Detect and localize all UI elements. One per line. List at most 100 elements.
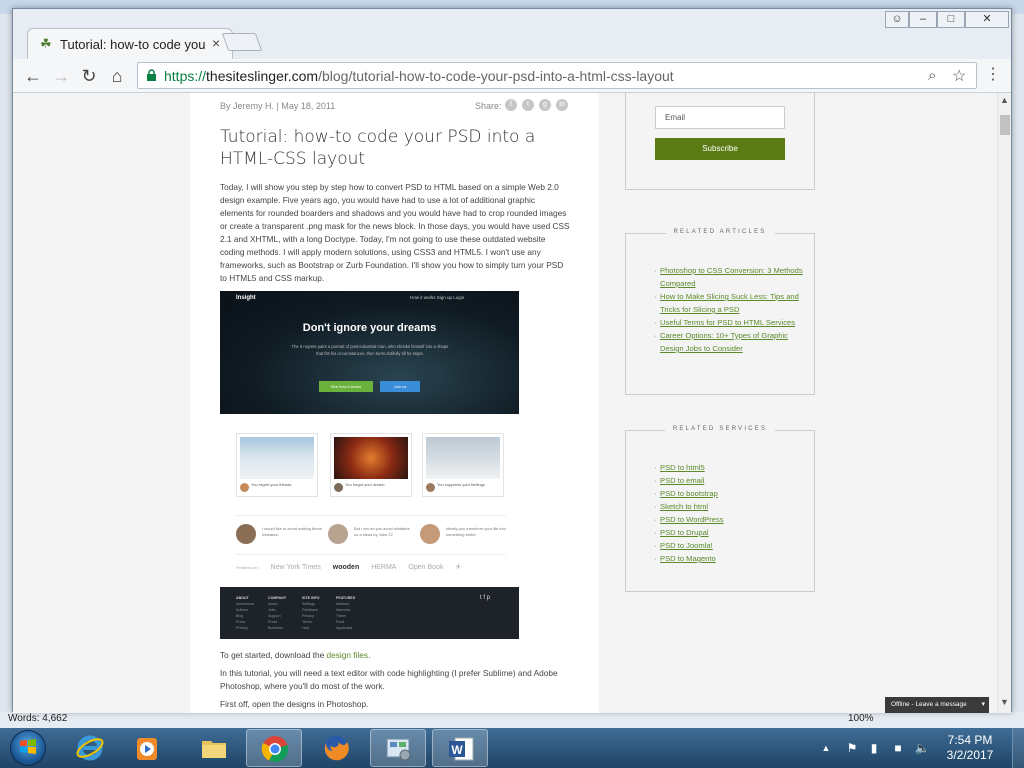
google-share-icon[interactable]: g bbox=[539, 99, 551, 111]
twitter-share-icon[interactable]: t bbox=[522, 99, 534, 111]
avatar bbox=[420, 524, 440, 544]
action-center-icon[interactable]: ⚑ bbox=[844, 740, 860, 756]
share-label: Share: bbox=[475, 101, 502, 111]
preview-quotes: I would like to avoid making these mista… bbox=[236, 515, 506, 555]
restore-button[interactable]: □ bbox=[937, 11, 965, 28]
avatar bbox=[328, 524, 348, 544]
taskbar-microsoft-word[interactable]: W bbox=[432, 729, 488, 767]
card-caption: You suppress your feelings bbox=[437, 482, 485, 487]
reload-button[interactable]: ↻ bbox=[77, 64, 101, 88]
related-article-link[interactable]: Photoshop to CSS Conversion: 3 Methods C… bbox=[654, 264, 804, 290]
site-favicon-icon: ☘ bbox=[40, 36, 52, 51]
back-button[interactable]: ← bbox=[21, 64, 45, 88]
forward-button[interactable]: → bbox=[49, 64, 73, 88]
network-icon[interactable]: ■ bbox=[890, 740, 906, 756]
preview-headline: Don't ignore your dreams bbox=[302, 322, 437, 334]
tray-expand-icon[interactable]: ▲ bbox=[818, 740, 834, 756]
facebook-share-icon[interactable]: f bbox=[505, 99, 517, 111]
tab-title: Tutorial: how-to code your PSD into a HT… bbox=[60, 37, 205, 52]
related-articles-list: Photoshop to CSS Conversion: 3 Methods C… bbox=[654, 264, 804, 355]
related-articles-heading: RELATED ARTICLES bbox=[626, 229, 814, 235]
live-chat-button[interactable]: Offline - Leave a message ▾ bbox=[885, 697, 989, 713]
preview-card: You suppress your feelings bbox=[422, 433, 504, 497]
related-article-link[interactable]: How to Make Slicing Suck Less: Tips and … bbox=[654, 290, 804, 316]
preview-quote: Ideally you transform your life into som… bbox=[420, 524, 506, 548]
chrome-window: ☘ Tutorial: how-to code your PSD into a … bbox=[12, 8, 1012, 713]
close-window-button[interactable]: ✕ bbox=[965, 11, 1009, 28]
related-service-link[interactable]: PSD to email bbox=[654, 474, 804, 487]
scroll-down-arrow-icon[interactable]: ▼ bbox=[1000, 697, 1009, 707]
article: By Jeremy H. | May 18, 2011 Share: f t g… bbox=[190, 93, 599, 713]
chrome-icon bbox=[261, 736, 289, 763]
scroll-thumb[interactable] bbox=[1000, 115, 1010, 135]
minimize-button[interactable]: – bbox=[909, 11, 937, 28]
bookmark-star-icon[interactable]: ☆ bbox=[952, 66, 966, 86]
design-preview-hero: Insight How it works Sign up Login Don't… bbox=[220, 291, 519, 414]
page-scrollbar[interactable]: ▲ ▼ bbox=[997, 93, 1011, 713]
zoom-icon[interactable]: ⌕ bbox=[928, 67, 936, 84]
preview-quote: But I am do you avoid mistakes so a idea… bbox=[328, 524, 414, 548]
share-icons: f t g in bbox=[505, 99, 573, 111]
avatar bbox=[236, 524, 256, 544]
system-tray: ▲ ⚑ ▮ ■ 🔈 7:54 PM 3/2/2017 bbox=[816, 728, 1024, 768]
related-service-link[interactable]: PSD to Joomla! bbox=[654, 539, 804, 552]
newsletter-box: Email Subscribe bbox=[625, 93, 815, 190]
start-button[interactable] bbox=[4, 728, 52, 768]
preview-cards: You regret your friends You forgot your … bbox=[236, 433, 506, 499]
related-article-link[interactable]: Useful Terms for PSD to HTML Services bbox=[654, 316, 804, 329]
show-desktop-button[interactable] bbox=[1012, 728, 1024, 768]
related-service-link[interactable]: PSD to WordPress bbox=[654, 513, 804, 526]
taskbar-media-player[interactable] bbox=[120, 729, 176, 767]
preview-nav: Insight How it works Sign up Login bbox=[220, 291, 519, 305]
new-tab-button[interactable] bbox=[221, 33, 263, 51]
linkedin-share-icon[interactable]: in bbox=[556, 99, 568, 111]
avatar bbox=[426, 483, 435, 492]
email-field[interactable]: Email bbox=[655, 106, 785, 129]
window-controls: ☺ – □ ✕ bbox=[885, 11, 1009, 29]
media-player-icon bbox=[137, 738, 157, 760]
related-service-link[interactable]: PSD to Drupal bbox=[654, 526, 804, 539]
scroll-up-arrow-icon[interactable]: ▲ bbox=[1000, 95, 1009, 105]
related-service-link[interactable]: PSD to bootstrap bbox=[654, 487, 804, 500]
lock-icon bbox=[147, 69, 156, 81]
address-bar[interactable]: https://thesiteslinger.com/blog/tutorial… bbox=[137, 62, 977, 89]
taskbar-internet-explorer[interactable] bbox=[62, 729, 118, 767]
taskbar-google-chrome[interactable] bbox=[246, 729, 302, 767]
home-button[interactable]: ⌂ bbox=[105, 64, 129, 88]
page-viewport: By Jeremy H. | May 18, 2011 Share: f t g… bbox=[13, 93, 997, 713]
preview-nav-links: How it works Sign up Login bbox=[410, 295, 465, 300]
chevron-down-icon: ▾ bbox=[981, 701, 985, 708]
avatar bbox=[334, 483, 343, 492]
url-text[interactable]: https://thesiteslinger.com/blog/tutorial… bbox=[164, 68, 674, 84]
related-services-heading: RELATED SERVICES bbox=[626, 426, 814, 432]
control-panel-icon bbox=[386, 738, 411, 761]
volume-icon[interactable]: 🔈 bbox=[914, 740, 930, 756]
clock[interactable]: 7:54 PM 3/2/2017 bbox=[939, 733, 1001, 763]
card-image bbox=[240, 437, 314, 479]
word-zoom[interactable]: 100% bbox=[848, 713, 874, 724]
taskbar-firefox[interactable] bbox=[308, 729, 364, 767]
article-continued: To get started, download the design file… bbox=[220, 649, 570, 713]
byline: By Jeremy H. | May 18, 2011 bbox=[220, 101, 336, 111]
related-service-link[interactable]: PSD to html5 bbox=[654, 461, 804, 474]
chrome-menu-icon[interactable]: ⋮ bbox=[985, 64, 1001, 84]
article-intro: Today, I will show you step by step how … bbox=[220, 182, 570, 283]
related-service-link[interactable]: PSD to Magento bbox=[654, 552, 804, 565]
browser-tab[interactable]: ☘ Tutorial: how-to code your PSD into a … bbox=[27, 28, 233, 60]
preview-card: You regret your friends bbox=[236, 433, 318, 497]
related-service-link[interactable]: Sketch to html bbox=[654, 500, 804, 513]
preview-secondary-button: Join us bbox=[380, 381, 420, 392]
user-profile-button[interactable]: ☺ bbox=[885, 11, 909, 28]
design-files-link[interactable]: design files bbox=[327, 650, 369, 660]
battery-icon[interactable]: ▮ bbox=[866, 740, 882, 756]
internet-explorer-icon bbox=[76, 735, 104, 761]
subscribe-button[interactable]: Subscribe bbox=[655, 138, 785, 160]
taskbar-windows-explorer[interactable] bbox=[186, 729, 242, 767]
taskbar-control-panel[interactable] bbox=[370, 729, 426, 767]
word-status-bar: Words: 4,662 100% bbox=[0, 712, 1024, 728]
related-article-link[interactable]: Career Options: 10+ Types of Graphic Des… bbox=[654, 329, 804, 355]
card-caption: You forgot your dream bbox=[345, 482, 385, 487]
related-services-box: RELATED SERVICES PSD to html5 PSD to ema… bbox=[625, 426, 815, 592]
word-icon: W bbox=[449, 737, 474, 761]
windows-logo-icon bbox=[20, 739, 36, 754]
